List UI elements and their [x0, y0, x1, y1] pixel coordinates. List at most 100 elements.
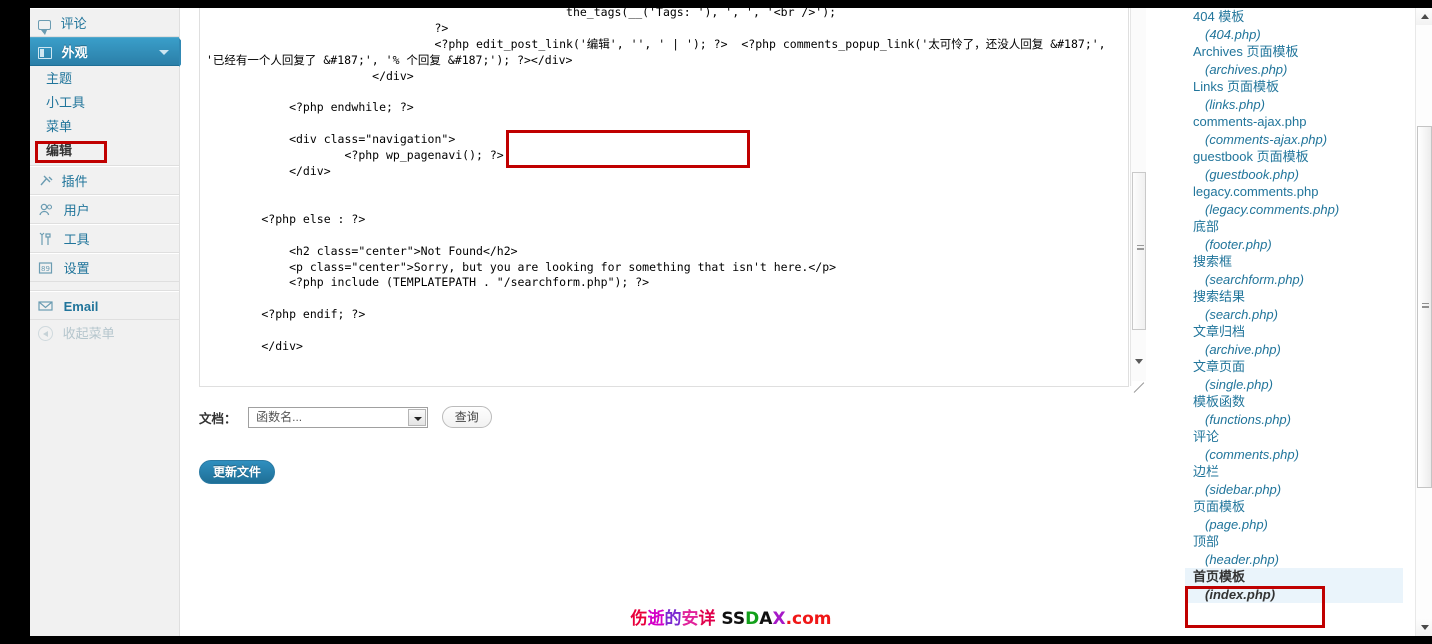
theme-file-item[interactable]: 模板函数 (functions.php)	[1185, 393, 1403, 428]
scrollbar-grip-icon	[1422, 303, 1429, 308]
theme-file-path: (links.php)	[1205, 96, 1265, 112]
watermark-segment: 安	[681, 609, 699, 629]
user-icon	[38, 198, 54, 216]
envelope-glyph	[38, 301, 53, 311]
theme-file-name: 边栏	[1193, 464, 1220, 479]
theme-code-textarea[interactable]: the_tags(__('Tags: '), ', ', '<br />'); …	[199, 8, 1129, 387]
sidebar-item-label: 插件	[61, 174, 88, 189]
theme-file-item[interactable]: 边栏 (sidebar.php)	[1185, 463, 1403, 498]
sidebar-item-appearance[interactable]: 外观	[30, 37, 191, 67]
theme-file-item[interactable]: 页面模板 (page.php)	[1185, 498, 1403, 533]
lookup-button[interactable]: 查询	[441, 406, 492, 428]
submenu-label: 编辑	[46, 143, 73, 158]
sidebar-item-email[interactable]: Email	[30, 291, 179, 320]
theme-file-name: 搜索结果	[1193, 289, 1246, 304]
site-watermark: 伤逝的安详 SSDAX.com	[30, 604, 1432, 629]
watermark-segment: 伤	[630, 609, 648, 629]
tools-glyph	[39, 232, 51, 245]
submenu-item-menus[interactable]: 菜单	[30, 115, 179, 139]
sidebar-item-label: 用户	[63, 203, 90, 218]
scroll-down-arrow-icon[interactable]	[1135, 359, 1143, 364]
scrollbar-grip-icon	[1137, 245, 1144, 250]
theme-file-name: comments-ajax.php	[1193, 114, 1307, 129]
theme-file-item[interactable]: 文章归档 (archive.php)	[1185, 323, 1403, 358]
theme-file-path: (index.php)	[1205, 586, 1276, 602]
sidebar-item-label: 工具	[63, 232, 90, 247]
submenu-label: 菜单	[46, 119, 73, 134]
theme-file-item[interactable]: guestbook 页面模板 (guestbook.php)	[1185, 148, 1403, 183]
sidebar-item-comments[interactable]: 评论	[30, 8, 179, 37]
theme-file-item[interactable]: 文章页面 (single.php)	[1185, 358, 1403, 393]
theme-file-item[interactable]: 顶部 (header.php)	[1185, 533, 1403, 568]
theme-file-path: (legacy.comments.php)	[1205, 201, 1340, 217]
sidebar-item-plugins[interactable]: 插件	[30, 166, 179, 195]
theme-file-name: 文章页面	[1193, 359, 1246, 374]
theme-file-item[interactable]: 搜索结果 (search.php)	[1185, 288, 1403, 323]
submenu-item-editor[interactable]: 编辑	[30, 139, 179, 163]
watermark-segment: S	[732, 609, 746, 629]
watermark-segment: S	[721, 609, 733, 629]
submenu-item-widgets[interactable]: 小工具	[30, 91, 179, 115]
theme-file-name: guestbook 页面模板	[1193, 149, 1309, 164]
watermark-segment: 的	[664, 609, 682, 629]
theme-file-path: (single.php)	[1205, 376, 1273, 392]
submenu-item-themes[interactable]: 主题	[30, 67, 179, 91]
sidebar-item-settings[interactable]: 89 设置	[30, 253, 179, 282]
theme-file-path: (archives.php)	[1205, 61, 1288, 77]
theme-file-name: 404 模板	[1193, 9, 1245, 24]
theme-file-path: (guestbook.php)	[1205, 166, 1299, 182]
collapse-menu-button[interactable]: 收起菜单	[30, 320, 179, 348]
theme-file-item[interactable]: Links 页面模板 (links.php)	[1185, 78, 1403, 113]
settings-glyph: 89	[38, 262, 53, 274]
theme-file-path: (search.php)	[1205, 306, 1278, 322]
theme-file-name: 模板函数	[1193, 394, 1246, 409]
theme-file-name: 搜索框	[1193, 254, 1233, 269]
menu-separator	[30, 282, 179, 291]
sidebar-item-users[interactable]: 用户	[30, 195, 179, 224]
sidebar-item-tools[interactable]: 工具	[30, 224, 179, 253]
theme-file-path: (functions.php)	[1205, 411, 1291, 427]
screenshot-root: 评论 外观 主题 小工具 菜单 编辑 插件 用户 工具 89 设置 Email …	[0, 0, 1432, 644]
theme-file-item[interactable]: 首页模板 (index.php)	[1185, 568, 1403, 603]
theme-file-item[interactable]: 底部 (footer.php)	[1185, 218, 1403, 253]
theme-file-name: Archives 页面模板	[1193, 44, 1299, 59]
theme-file-name: 底部	[1193, 219, 1220, 234]
submenu-label: 小工具	[46, 95, 86, 110]
theme-editor-main: the_tags(__('Tags: '), ', ', '<br />'); …	[181, 8, 1183, 636]
theme-file-path: (searchform.php)	[1205, 271, 1304, 287]
theme-file-name: 评论	[1193, 429, 1220, 444]
documentation-lookup-row: 文档： 函数名... 查询	[199, 406, 492, 432]
svg-text:89: 89	[41, 265, 50, 273]
code-editor-scrollbar[interactable]	[1130, 8, 1146, 386]
scrollbar-thumb[interactable]	[1132, 172, 1146, 330]
theme-file-path: (404.php)	[1205, 26, 1261, 42]
theme-file-name: 首页模板	[1193, 569, 1246, 584]
theme-file-item[interactable]: 404 模板 (404.php)	[1185, 8, 1403, 43]
function-name-selected-value: 函数名...	[256, 409, 303, 424]
watermark-segment: .com	[785, 609, 832, 629]
comment-icon	[38, 20, 51, 35]
textarea-resize-handle[interactable]	[1132, 381, 1146, 395]
theme-file-item[interactable]: legacy.comments.php (legacy.comments.php)	[1185, 183, 1403, 218]
watermark-segment: A	[759, 609, 773, 629]
page-scrollbar[interactable]	[1415, 8, 1432, 636]
chevron-down-icon	[159, 50, 169, 55]
documentation-label: 文档：	[199, 411, 237, 426]
theme-file-name: 顶部	[1193, 534, 1220, 549]
theme-file-path: (comments.php)	[1205, 446, 1299, 462]
scroll-up-arrow-icon[interactable]	[1416, 8, 1432, 25]
code-editor-wrapper: the_tags(__('Tags: '), ', ', '<br />'); …	[199, 8, 1147, 396]
function-name-select[interactable]: 函数名...	[248, 406, 429, 428]
page-scrollbar-thumb[interactable]	[1417, 126, 1432, 488]
theme-file-item[interactable]: comments-ajax.php (comments-ajax.php)	[1185, 113, 1403, 148]
theme-file-path: (comments-ajax.php)	[1205, 131, 1328, 147]
settings-icon: 89	[38, 256, 54, 274]
sidebar-item-label: Email	[63, 299, 99, 314]
update-file-button[interactable]: 更新文件	[199, 460, 276, 484]
theme-file-item[interactable]: Archives 页面模板 (archives.php)	[1185, 43, 1403, 78]
collapse-menu-label: 收起菜单	[62, 326, 115, 341]
theme-file-item[interactable]: 搜索框 (searchform.php)	[1185, 253, 1403, 288]
appearance-submenu: 主题 小工具 菜单 编辑	[30, 66, 179, 166]
chevron-down-icon[interactable]	[408, 408, 427, 426]
theme-file-item[interactable]: 评论 (comments.php)	[1185, 428, 1403, 463]
